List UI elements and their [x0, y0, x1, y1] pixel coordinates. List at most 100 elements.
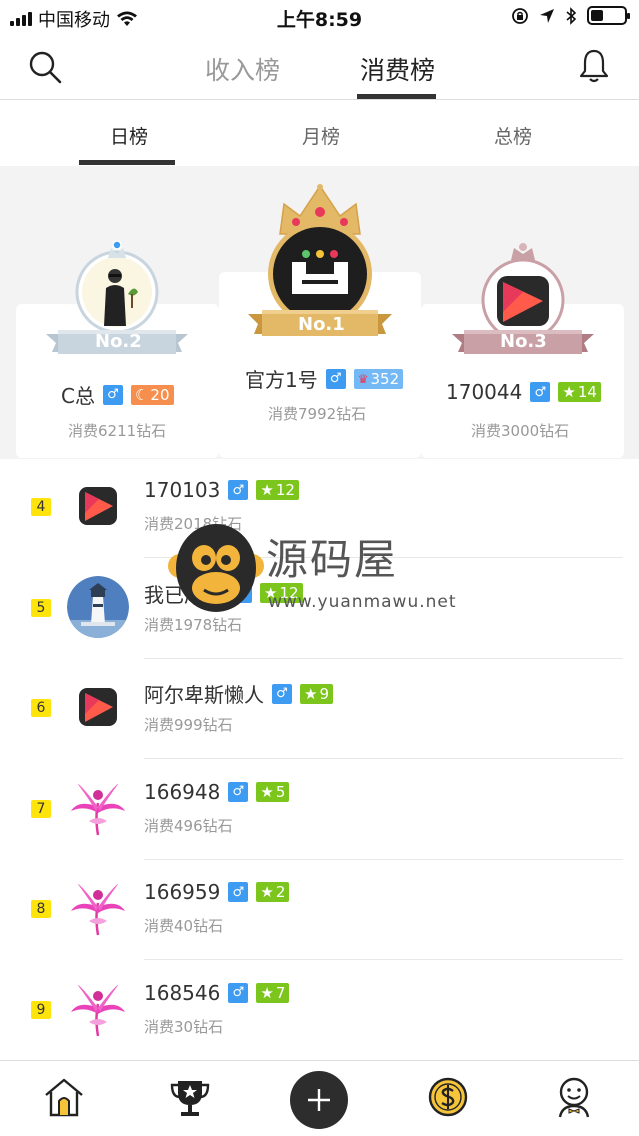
user-info: 我已成年 ♂ ★ 12: [144, 579, 303, 608]
avatar[interactable]: [67, 676, 129, 738]
list-item[interactable]: 5 我已成年 ♂ ★ 12 消费1978钻石: [0, 559, 639, 659]
tab-all-time[interactable]: 总榜: [494, 122, 532, 149]
tab-daily[interactable]: 日榜: [110, 122, 148, 149]
podium-spend-3: 消费3000钻石: [471, 422, 570, 440]
avatar[interactable]: [67, 877, 129, 939]
list-item[interactable]: 6 阿尔卑斯懒人 ♂ ★ 9 消费999钻石: [0, 659, 639, 759]
trophy-icon[interactable]: [168, 1075, 212, 1119]
level-value: 5: [275, 782, 286, 801]
male-icon: ♂: [228, 781, 249, 802]
rotation-lock-icon: [512, 7, 528, 24]
add-button[interactable]: [290, 1071, 348, 1129]
spend-amount: 消费1978钻石: [144, 615, 243, 634]
tab-indicator: [357, 94, 436, 99]
level-badge: ★ 9: [300, 683, 333, 704]
coin-icon[interactable]: [426, 1075, 470, 1119]
male-icon: ♂: [272, 683, 292, 704]
username: 我已成年: [144, 582, 224, 607]
user-info: 168546 ♂ ★ 7: [144, 980, 290, 1005]
status-icons: [511, 6, 630, 25]
tab-income-rank[interactable]: 收入榜: [205, 51, 280, 87]
level-value: 2: [275, 883, 286, 901]
level-value: 20: [150, 385, 170, 404]
level-value: 12: [275, 481, 295, 499]
podium-spend-2: 消费6211钻石: [68, 422, 167, 440]
spend-amount: 消费2018钻石: [144, 515, 243, 533]
male-icon: ♂: [232, 583, 252, 603]
list-item[interactable]: 9 168546 ♂ ★ 7 消费30钻石: [0, 961, 639, 1061]
bluetooth-icon: [566, 6, 577, 25]
star-icon: ★: [260, 983, 274, 1002]
male-icon: ♂: [228, 882, 249, 902]
male-icon: ♂: [228, 982, 249, 1003]
top-header: 收入榜 消费榜: [0, 34, 639, 100]
search-icon[interactable]: [28, 50, 62, 84]
user-info: 170103 ♂ ★ 12: [144, 478, 299, 502]
star-icon: ★: [260, 481, 274, 499]
level-badge: ★ 2: [256, 882, 290, 902]
level-badge: ★ 5: [256, 781, 290, 802]
male-icon: ♂: [102, 384, 123, 405]
tab-monthly[interactable]: 月榜: [302, 122, 340, 149]
level-badge: ★ 12: [256, 480, 299, 500]
level-badge: ♛ 352: [353, 368, 404, 389]
bottom-nav: [0, 1060, 639, 1136]
star-icon: ★: [562, 383, 576, 401]
username: 官方1号: [245, 368, 318, 392]
battery-icon: [587, 6, 630, 25]
list-item[interactable]: 7 166948 ♂ ★ 5 消费496钻石: [0, 760, 639, 860]
profile-icon[interactable]: [552, 1075, 596, 1119]
male-icon: ♂: [325, 368, 346, 389]
avatar[interactable]: [67, 575, 129, 638]
status-bar: 中国移动 上午8:59: [0, 0, 639, 34]
period-tabs: 日榜 月榜 总榜: [0, 100, 639, 166]
rank-label-2: No.2: [95, 331, 142, 352]
level-badge: ★ 12: [260, 583, 303, 603]
list-item[interactable]: 8 166959 ♂ ★ 2 消费40钻石: [0, 860, 639, 960]
user-info: 166948 ♂ ★ 5: [144, 780, 290, 804]
home-icon[interactable]: [42, 1075, 86, 1119]
location-icon: [540, 8, 554, 23]
level-badge: ☾ 20: [130, 384, 174, 405]
username: 170103: [144, 478, 221, 502]
level-value: 14: [577, 383, 597, 401]
rank-badge: 6: [31, 699, 51, 717]
plus-icon: [308, 1089, 330, 1111]
bell-icon[interactable]: [577, 48, 611, 84]
star-icon: ★: [260, 782, 274, 801]
username: C总: [61, 384, 95, 408]
rank-badge: 5: [31, 598, 51, 617]
rank-badge: 9: [31, 1000, 51, 1019]
moon-icon: ☾: [134, 385, 149, 404]
rank-label-1: No.1: [298, 314, 345, 335]
avatar[interactable]: [67, 475, 129, 537]
avatar[interactable]: [67, 776, 129, 839]
star-icon: ★: [264, 584, 278, 602]
podium-user-1: 官方1号 ♂ ♛ 352: [245, 364, 404, 393]
level-badge: ★ 7: [256, 982, 290, 1003]
podium-user-2: C总 ♂ ☾ 20: [61, 380, 174, 409]
level-value: 9: [319, 684, 329, 703]
spend-amount: 消费40钻石: [144, 917, 224, 935]
avatar[interactable]: [67, 977, 129, 1040]
tab-spend-rank[interactable]: 消费榜: [360, 51, 435, 87]
crown-icon: ♛: [357, 371, 369, 386]
level-value: 12: [279, 584, 299, 602]
rank-label-3: No.3: [500, 331, 547, 352]
user-info: 阿尔卑斯懒人 ♂ ★ 9: [144, 679, 333, 708]
level-value: 7: [275, 983, 286, 1002]
list-item[interactable]: 4 170103 ♂ ★ 12 消费2018钻石: [0, 458, 639, 558]
level-badge: ★ 14: [558, 382, 601, 402]
male-icon: ♂: [228, 480, 249, 500]
spend-amount: 消费496钻石: [144, 816, 233, 835]
star-icon: ★: [304, 684, 318, 703]
spend-amount: 消费999钻石: [144, 716, 233, 734]
username: 168546: [144, 980, 221, 1005]
podium-user-3: 170044 ♂ ★ 14: [446, 380, 601, 404]
user-info: 166959 ♂ ★ 2: [144, 880, 290, 904]
level-value: 352: [370, 369, 400, 388]
spend-amount: 消费30钻石: [144, 1017, 224, 1036]
podium-spend-1: 消费7992钻石: [268, 405, 367, 423]
rank-badge: 7: [31, 799, 51, 818]
star-icon: ★: [260, 883, 274, 901]
